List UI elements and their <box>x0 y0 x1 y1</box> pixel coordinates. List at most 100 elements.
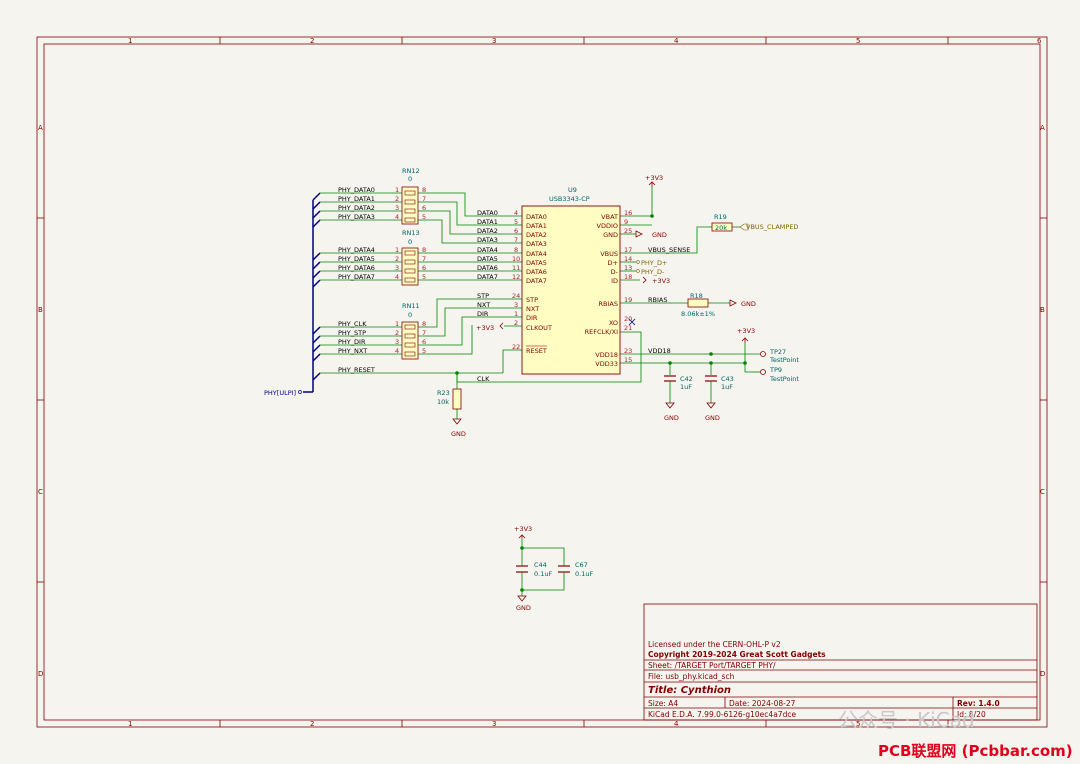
gnd-r23-label: GND <box>451 430 466 438</box>
gnd-u9 <box>635 230 643 238</box>
net-label: PHY_DATA5 <box>338 255 375 263</box>
row-label: B <box>1040 306 1045 314</box>
pin-num: 7 <box>422 195 426 203</box>
net-label: DATA4 <box>477 246 498 254</box>
rn12-value: 0 <box>408 175 412 183</box>
size-text: Size: A4 <box>648 699 678 708</box>
svg-text:GND: GND <box>603 231 618 239</box>
power-3v3-top-label: +3V3 <box>645 174 663 182</box>
rn11-value: 0 <box>408 311 412 319</box>
svg-text:TP9: TP9 <box>769 366 782 374</box>
power-3v3-tp <box>741 337 749 343</box>
resistor-r19[interactable]: R19 20k <box>711 213 733 232</box>
svg-text:TestPoint: TestPoint <box>769 375 799 383</box>
svg-text:16: 16 <box>624 209 632 217</box>
svg-text:19: 19 <box>624 296 632 304</box>
resistor-network-rn11[interactable]: RN11 0 1 2 3 4 8 7 6 5 <box>395 302 426 360</box>
col-label: 3 <box>492 720 496 728</box>
col-label: 3 <box>492 37 496 45</box>
gnd-rbias <box>729 299 737 307</box>
svg-text:RESET: RESET <box>526 347 547 355</box>
c67-ref: C67 <box>575 561 588 569</box>
c67-value: 0.1uF <box>575 570 593 578</box>
pin-num: 8 <box>422 186 426 194</box>
c44-value: 0.1uF <box>534 570 552 578</box>
svg-text:TP27: TP27 <box>769 348 786 356</box>
svg-text:VBUS: VBUS <box>600 250 618 258</box>
gnd-u9-label: GND <box>652 231 667 239</box>
ic-u9[interactable]: U9 USB3343-CP DATA0 DATA1 DATA2 DATA3 DA… <box>512 186 632 375</box>
svg-text:REFCLK/XI: REFCLK/XI <box>585 328 618 336</box>
pin-num: 4 <box>395 273 399 281</box>
svg-text:ID: ID <box>611 277 618 285</box>
rev-text: Rev: 1.4.0 <box>957 699 1000 708</box>
net-label: RBIAS <box>648 296 667 304</box>
svg-text:5: 5 <box>514 218 518 226</box>
copyright-text: Copyright 2019-2024 Great Scott Gadgets <box>648 650 826 659</box>
pin-num: 6 <box>422 264 426 272</box>
svg-text:DATA2: DATA2 <box>526 231 547 239</box>
rn13-value: 0 <box>408 238 412 246</box>
col-label: 2 <box>310 37 314 45</box>
capacitor-c67[interactable] <box>558 562 570 577</box>
resistor-r18[interactable]: R18 8.06k±1% <box>681 292 715 318</box>
svg-text:11: 11 <box>512 264 520 272</box>
svg-text:10: 10 <box>512 255 520 263</box>
row-label: D <box>38 670 43 678</box>
svg-text:STP: STP <box>526 296 538 304</box>
schematic-canvas[interactable]: 1 2 3 4 5 6 1 2 3 4 5 A B C D A B C D PH… <box>0 0 1080 764</box>
svg-text:VDDIO: VDDIO <box>597 222 619 230</box>
svg-text:CLKOUT: CLKOUT <box>526 324 552 332</box>
net-label: DIR <box>477 310 489 318</box>
net-label: VDD18 <box>648 347 671 355</box>
power-3v3-dec-label: +3V3 <box>514 525 532 533</box>
ulpi-bus[interactable] <box>303 192 321 393</box>
u9-value: USB3343-CP <box>549 195 590 203</box>
date-text: Date: 2024-08-27 <box>729 699 796 708</box>
pin-num: 6 <box>422 338 426 346</box>
pin-num: 5 <box>422 273 426 281</box>
capacitor-c44[interactable] <box>516 563 528 577</box>
pin-num: 3 <box>395 204 399 212</box>
col-label: 1 <box>128 37 132 45</box>
net-label: NXT <box>477 301 490 309</box>
resistor-network-rn13[interactable]: RN13 0 1 2 3 4 8 7 6 5 <box>395 229 426 286</box>
u9-right-nums: 16 9 25 17 14 13 18 19 20 21 23 15 <box>624 209 632 364</box>
svg-text:8.06k±1%: 8.06k±1% <box>681 310 715 318</box>
pin-num: 8 <box>422 246 426 254</box>
power-3v3-id-label: +3V3 <box>652 277 670 285</box>
resistor-r23[interactable]: R23 10k <box>437 388 462 410</box>
svg-text:15: 15 <box>624 356 632 364</box>
net-label: DATA3 <box>477 236 498 244</box>
capacitor-c42[interactable] <box>664 375 676 389</box>
resistor-network-rn12[interactable]: RN12 0 1 2 3 4 8 7 6 5 <box>395 167 426 225</box>
rn13-ref: RN13 <box>402 229 420 237</box>
svg-text:DATA0: DATA0 <box>526 213 547 221</box>
svg-text:20: 20 <box>624 315 632 323</box>
net-label: PHY_DATA1 <box>338 195 375 203</box>
svg-text:3: 3 <box>514 301 518 309</box>
net-label: DATA0 <box>477 209 498 217</box>
col-label: 4 <box>674 37 679 45</box>
gnd-rbias-label: GND <box>741 300 756 308</box>
svg-text:VBAT: VBAT <box>601 213 618 221</box>
net-label: PHY_DATA2 <box>338 204 375 212</box>
svg-text:XO: XO <box>609 319 618 327</box>
svg-text:DATA1: DATA1 <box>526 222 547 230</box>
power-3v3-tp-label: +3V3 <box>737 327 755 335</box>
row-label: A <box>1040 124 1045 132</box>
svg-text:10k: 10k <box>437 398 449 406</box>
testpoint-tp9[interactable]: TP9 TestPoint <box>760 366 800 383</box>
svg-text:DATA6: DATA6 <box>526 268 547 276</box>
svg-text:8: 8 <box>514 246 518 254</box>
testpoint-tp27[interactable]: TP27 TestPoint <box>760 348 800 364</box>
capacitor-c43[interactable] <box>705 375 717 389</box>
file-name: File: usb_phy.kicad_sch <box>648 672 735 681</box>
row-label: D <box>1040 670 1045 678</box>
svg-text:21: 21 <box>624 324 632 332</box>
col-label: 4 <box>674 720 679 728</box>
phy-dp-label: PHY_D+ <box>641 259 667 267</box>
svg-text:R19: R19 <box>714 213 727 221</box>
svg-text:7: 7 <box>514 236 518 244</box>
gnd-c42-label: GND <box>664 414 679 422</box>
